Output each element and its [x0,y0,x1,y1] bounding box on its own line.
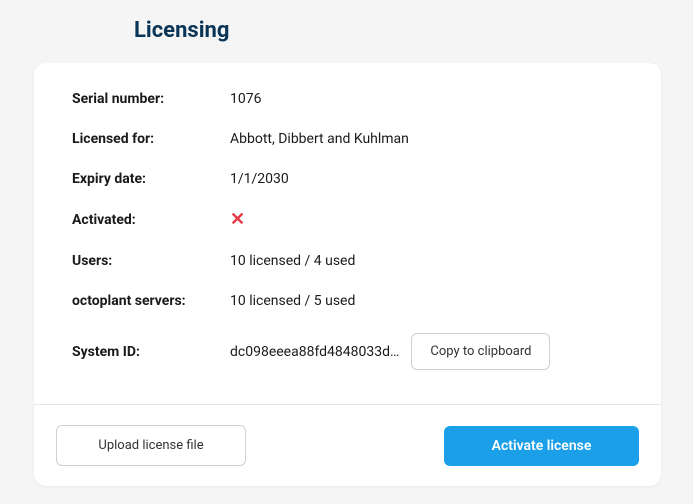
licensed-for-row: Licensed for: Abbott, Dibbert and Kuhlma… [72,131,623,147]
servers-label: octoplant servers: [72,293,230,309]
activated-value: ✕ [230,211,623,229]
users-value: 10 licensed / 4 used [230,253,623,269]
expiry-value: 1/1/2030 [230,171,623,187]
upload-license-button[interactable]: Upload license file [56,425,246,466]
x-icon: ✕ [230,209,245,230]
serial-value: 1076 [230,91,623,107]
copy-to-clipboard-button[interactable]: Copy to clipboard [411,333,550,370]
system-id-row: System ID: dc098eeea88fd4848033d… Copy t… [72,333,623,370]
page-header: Licensing [0,0,693,63]
expiry-label: Expiry date: [72,171,230,187]
serial-row: Serial number: 1076 [72,91,623,107]
users-row: Users: 10 licensed / 4 used [72,253,623,269]
servers-row: octoplant servers: 10 licensed / 5 used [72,293,623,309]
servers-value: 10 licensed / 5 used [230,293,623,309]
card-footer: Upload license file Activate license [34,404,661,486]
activate-license-button[interactable]: Activate license [444,426,639,466]
activated-row: Activated: ✕ [72,211,623,229]
users-label: Users: [72,253,230,269]
page-title: Licensing [134,18,693,43]
license-details: Serial number: 1076 Licensed for: Abbott… [34,63,661,404]
expiry-row: Expiry date: 1/1/2030 [72,171,623,187]
license-card: Serial number: 1076 Licensed for: Abbott… [34,63,661,486]
licensed-for-value: Abbott, Dibbert and Kuhlman [230,131,623,147]
activated-label: Activated: [72,212,230,228]
system-id-label: System ID: [72,344,230,360]
licensed-for-label: Licensed for: [72,131,230,147]
system-id-value: dc098eeea88fd4848033d… [230,344,399,360]
serial-label: Serial number: [72,91,230,107]
